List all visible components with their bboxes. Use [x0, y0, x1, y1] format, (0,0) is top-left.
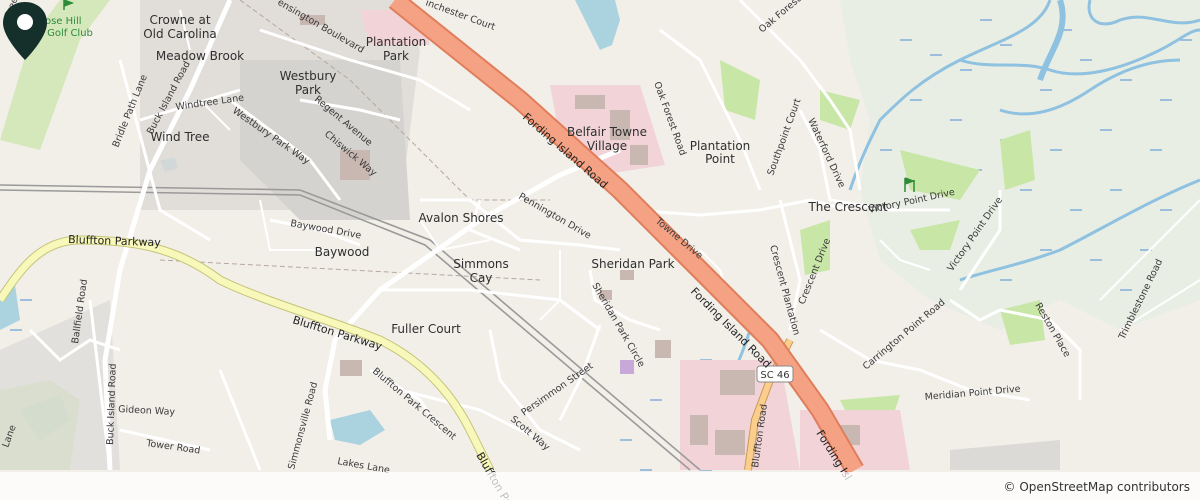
attribution-bar: © OpenStreetMap contributors: [0, 472, 1200, 500]
route-shield-label: SC 46: [760, 370, 789, 381]
place-label: Plantation: [366, 35, 427, 49]
place-label: Simmons: [453, 257, 509, 271]
place-label: Baywood: [315, 245, 370, 259]
attribution-text: © OpenStreetMap contributors: [1003, 480, 1190, 494]
place-label: Fuller Court: [391, 322, 461, 336]
map-layer: SC 46 Rose Hill Golf Club Crowne at Old …: [0, 0, 1200, 500]
place-label: Point: [705, 152, 735, 166]
place-label: Old Carolina: [143, 27, 217, 41]
place-label: Crowne at: [149, 13, 210, 27]
place-label: Golf Club: [47, 28, 93, 39]
place-label: Park: [383, 49, 409, 63]
place-label: Sheridan Park: [591, 257, 674, 271]
place-label: Westbury: [280, 69, 337, 83]
location-pin-icon[interactable]: [0, 0, 50, 62]
map-canvas[interactable]: SC 46 Rose Hill Golf Club Crowne at Old …: [0, 0, 1200, 500]
place-label: Cay: [470, 271, 493, 285]
place-label: Village: [587, 139, 627, 153]
place-label: Avalon Shores: [419, 211, 504, 225]
place-label: Plantation: [690, 139, 751, 153]
place-label: Belfair Towne: [567, 125, 647, 139]
place-label: Wind Tree: [151, 130, 210, 144]
place-label: Meadow Brook: [156, 49, 244, 63]
